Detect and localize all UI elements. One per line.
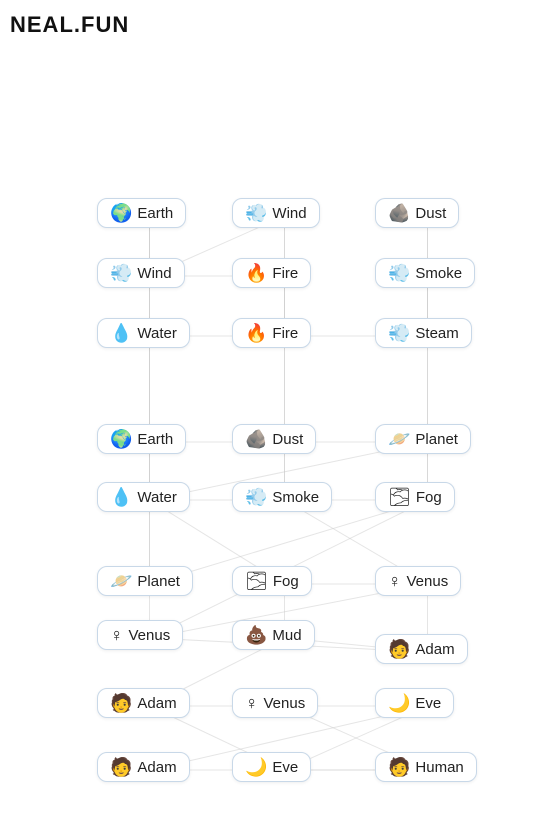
chip-emoji: 🔥	[245, 324, 267, 342]
chip-label: Fire	[272, 325, 298, 342]
chip-emoji: 🌍	[110, 204, 132, 222]
chip-human-26[interactable]: 🧑 Human	[375, 752, 477, 782]
chip-label: Planet	[415, 431, 458, 448]
chip-emoji: 💨	[388, 324, 410, 342]
chip-emoji: 🪨	[388, 204, 410, 222]
chip-fog-14[interactable]: 🌫 Fog	[375, 482, 455, 512]
chip-label: Eve	[415, 695, 441, 712]
chip-venus-17[interactable]: ♀ Venus	[375, 566, 461, 596]
chip-emoji: 🧑	[388, 758, 410, 776]
chip-emoji: 🌫	[245, 572, 268, 590]
chip-emoji: 💧	[110, 488, 132, 506]
chip-label: Adam	[137, 759, 176, 776]
chip-adam-20[interactable]: 🧑 Adam	[375, 634, 468, 664]
chip-label: Venus	[129, 627, 171, 644]
chip-venus-18[interactable]: ♀ Venus	[97, 620, 183, 650]
chip-emoji: 🔥	[245, 264, 267, 282]
chip-steam-8[interactable]: 💨 Steam	[375, 318, 472, 348]
chip-label: Wind	[272, 205, 306, 222]
chip-label: Mud	[272, 627, 301, 644]
chip-smoke-13[interactable]: 💨 Smoke	[232, 482, 332, 512]
chip-label: Water	[137, 489, 176, 506]
chip-label: Earth	[137, 431, 173, 448]
chip-label: Planet	[137, 573, 180, 590]
chip-planet-15[interactable]: 🪐 Planet	[97, 566, 193, 596]
chip-emoji: ♀	[245, 694, 259, 712]
chip-eve-23[interactable]: 🌙 Eve	[375, 688, 454, 718]
chip-wind-1[interactable]: 💨 Wind	[232, 198, 320, 228]
chip-label: Adam	[415, 641, 454, 658]
chip-adam-24[interactable]: 🧑 Adam	[97, 752, 190, 782]
chip-adam-21[interactable]: 🧑 Adam	[97, 688, 190, 718]
chip-emoji: 🌙	[245, 758, 267, 776]
chip-fog-16[interactable]: 🌫 Fog	[232, 566, 312, 596]
chip-emoji: 💧	[110, 324, 132, 342]
chip-label: Fire	[272, 265, 298, 282]
chip-emoji: ♀	[110, 626, 124, 644]
chip-emoji: 🧑	[110, 694, 132, 712]
chip-earth-0[interactable]: 🌍 Earth	[97, 198, 186, 228]
chip-dust-10[interactable]: 🪨 Dust	[232, 424, 316, 454]
chip-eve-25[interactable]: 🌙 Eve	[232, 752, 311, 782]
chip-water-12[interactable]: 💧 Water	[97, 482, 190, 512]
chip-dust-2[interactable]: 🪨 Dust	[375, 198, 459, 228]
chip-label: Eve	[272, 759, 298, 776]
chip-emoji: 💨	[388, 264, 410, 282]
chip-emoji: 💨	[245, 488, 267, 506]
chip-label: Venus	[264, 695, 306, 712]
chip-emoji: 💨	[110, 264, 132, 282]
chip-label: Human	[415, 759, 463, 776]
chip-wind-3[interactable]: 💨 Wind	[97, 258, 185, 288]
logo: NEAL.FUN	[10, 12, 129, 38]
chip-label: Fog	[273, 573, 299, 590]
chip-fire-4[interactable]: 🔥 Fire	[232, 258, 311, 288]
chip-label: Water	[137, 325, 176, 342]
chip-label: Venus	[407, 573, 449, 590]
chip-emoji: 🌙	[388, 694, 410, 712]
chip-emoji: 🧑	[110, 758, 132, 776]
chip-label: Earth	[137, 205, 173, 222]
chip-label: Adam	[137, 695, 176, 712]
chip-label: Smoke	[415, 265, 462, 282]
chip-mud-19[interactable]: 💩 Mud	[232, 620, 315, 650]
chip-emoji: 🌫	[388, 488, 411, 506]
chip-emoji: 🧑	[388, 640, 410, 658]
chip-emoji: ♀	[388, 572, 402, 590]
main-canvas: NEAL.FUN 🌍 Earth 💨 Wind 🪨 Dust 💨 Wind 🔥 Fire 💨 Smok…	[0, 0, 559, 825]
chip-venus-22[interactable]: ♀ Venus	[232, 688, 318, 718]
chip-smoke-5[interactable]: 💨 Smoke	[375, 258, 475, 288]
chip-label: Wind	[137, 265, 171, 282]
chip-label: Smoke	[272, 489, 319, 506]
chip-label: Fog	[416, 489, 442, 506]
chip-water-6[interactable]: 💧 Water	[97, 318, 190, 348]
chip-emoji: 🪐	[110, 572, 132, 590]
chip-earth-9[interactable]: 🌍 Earth	[97, 424, 186, 454]
chip-fire-7[interactable]: 🔥 Fire	[232, 318, 311, 348]
chip-emoji: 🪐	[388, 430, 410, 448]
chip-emoji: 🌍	[110, 430, 132, 448]
chip-label: Dust	[415, 205, 446, 222]
chip-emoji: 💩	[245, 626, 267, 644]
chip-emoji: 🪨	[245, 430, 267, 448]
chip-planet-11[interactable]: 🪐 Planet	[375, 424, 471, 454]
chip-emoji: 💨	[245, 204, 267, 222]
chip-label: Steam	[415, 325, 458, 342]
chip-label: Dust	[272, 431, 303, 448]
